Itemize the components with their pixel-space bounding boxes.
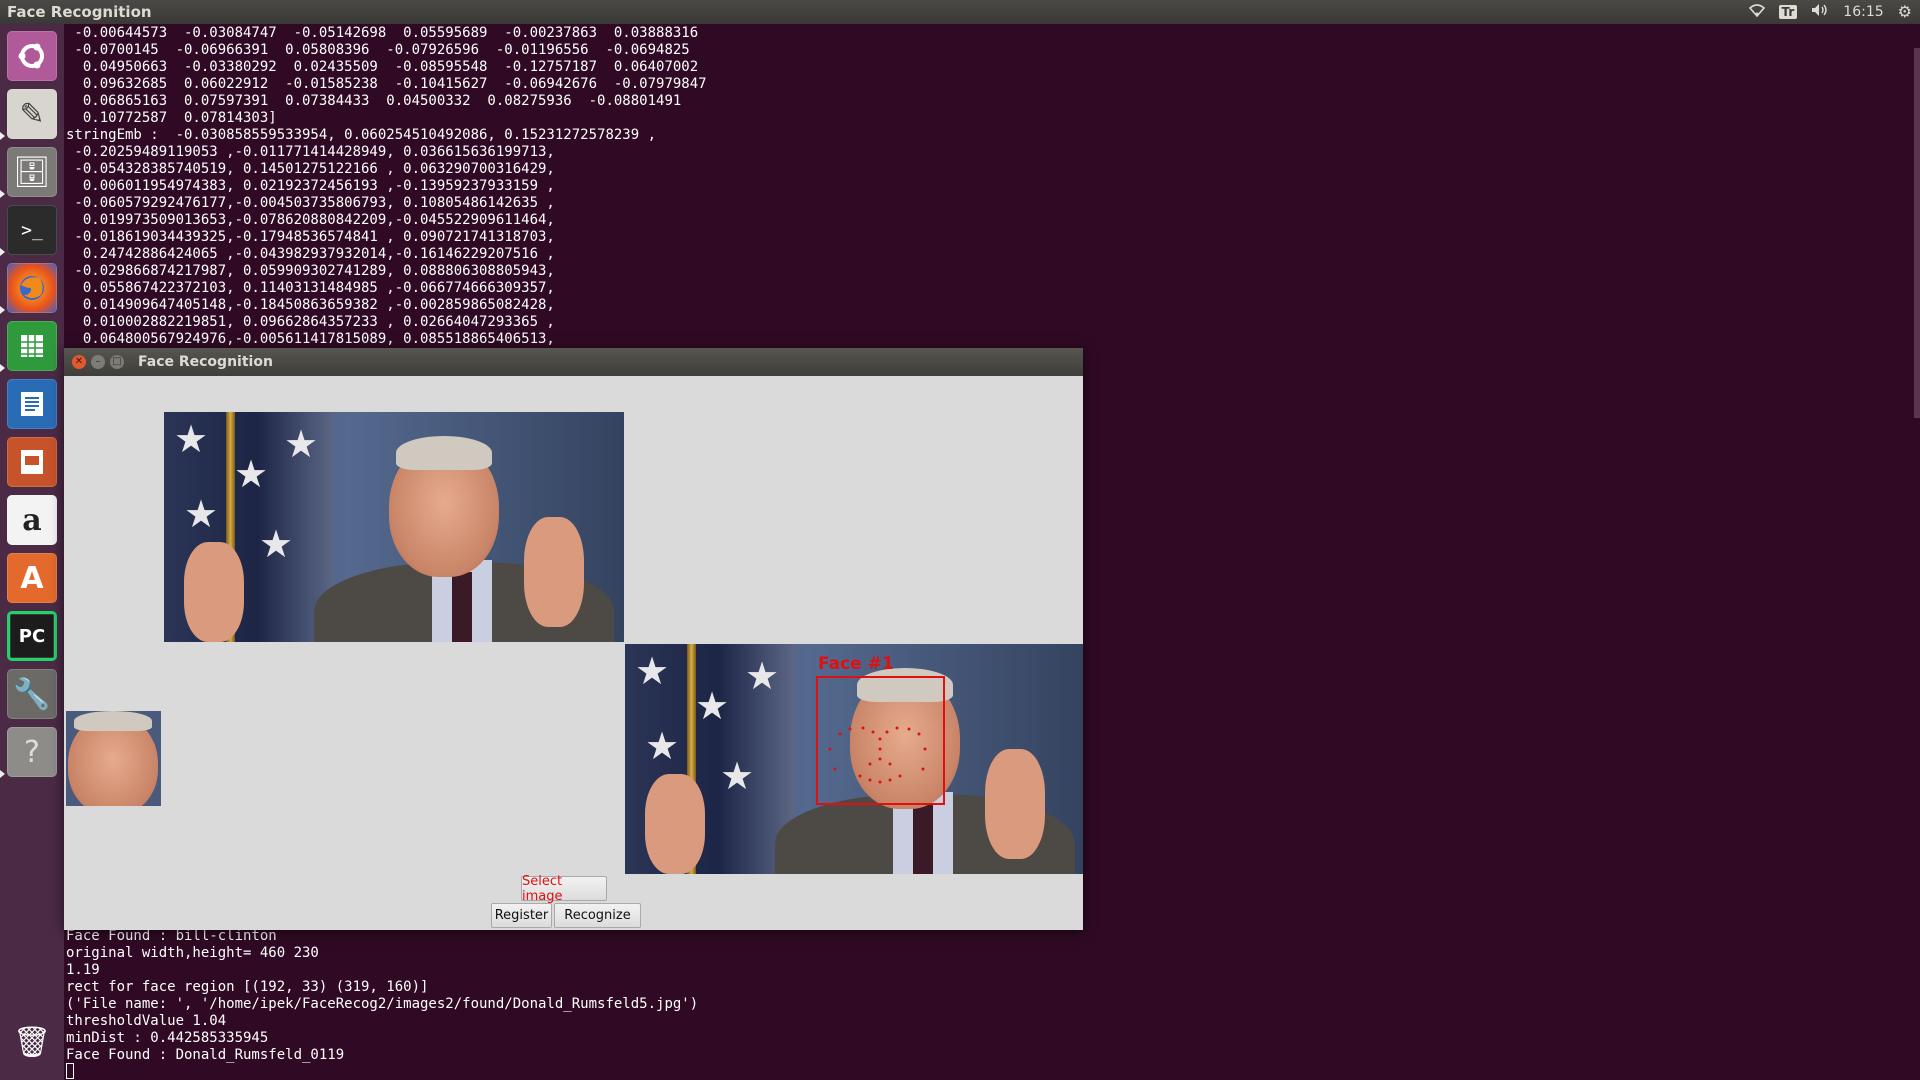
terminal-line: 0.04950663 -0.03380292 0.02435509 -0.085… xyxy=(66,59,699,75)
terminal-line: 0.010002882219851, 0.09662864357233 , 0.… xyxy=(66,314,555,330)
terminal-line: original width,height= 460 230 xyxy=(66,945,319,961)
running-indicator xyxy=(0,190,5,198)
clock[interactable]: 16:15 xyxy=(1843,4,1883,20)
firefox-icon[interactable] xyxy=(7,263,57,313)
files-icon[interactable]: 🗄 xyxy=(7,147,57,197)
recognize-button[interactable]: Recognize xyxy=(554,903,641,928)
running-indicator xyxy=(0,770,5,778)
terminal-line: Face Found : bill-clinton xyxy=(66,928,277,944)
help-icon[interactable]: ? xyxy=(7,727,57,777)
maximize-icon[interactable]: □ xyxy=(110,355,124,369)
face-label: Face #1 xyxy=(818,654,894,674)
gear-icon[interactable]: ⚙ xyxy=(1898,2,1912,21)
terminal-line: 0.064800567924976,-0.005611417815089, 0.… xyxy=(66,331,555,347)
wifi-icon[interactable] xyxy=(1748,3,1765,21)
running-indicator xyxy=(0,306,5,314)
terminal-line: thresholdValue 1.04 xyxy=(66,1013,227,1029)
register-button[interactable]: Register xyxy=(491,903,552,928)
terminal-icon[interactable]: >_ xyxy=(7,205,57,255)
detected-image: ★★ ★★ ★★ Face #1 xyxy=(625,644,1083,874)
face-recognition-window: ✕ – □ Face Recognition ★★ ★★ ★★ ★★ ★★ ★★ xyxy=(64,348,1083,930)
terminal-line: ('File name: ', '/home/ipek/FaceRecog2/i… xyxy=(66,996,699,1012)
top-panel: Face Recognition Tr 16:15 ⚙ xyxy=(0,0,1920,24)
running-indicator xyxy=(0,248,5,256)
minimize-icon[interactable]: – xyxy=(91,355,105,369)
terminal-line: rect for face region [(192, 33) (319, 16… xyxy=(66,979,429,995)
original-image: ★★ ★★ ★★ xyxy=(164,412,624,642)
volume-icon[interactable] xyxy=(1811,3,1829,21)
select-image-button[interactable]: Select image xyxy=(521,874,607,904)
terminal-line: minDist : 0.442585335945 xyxy=(66,1030,269,1046)
terminal-line: 0.019973509013653,-0.078620880842209,-0.… xyxy=(66,212,555,228)
terminal-line: stringEmb : -0.030858559533954, 0.060254… xyxy=(66,127,657,143)
terminal-line: -0.0700145 -0.06966391 0.05808396 -0.079… xyxy=(66,42,690,58)
terminal-line: 1.19 xyxy=(66,962,100,978)
terminal-scrollbar[interactable] xyxy=(1914,48,1920,418)
impress-icon[interactable] xyxy=(7,437,57,487)
system-settings-icon[interactable]: 🔧 xyxy=(7,669,57,719)
terminal-line: 0.09632685 0.06022912 -0.01585238 -0.104… xyxy=(66,76,707,92)
ubuntu-dash-icon[interactable] xyxy=(7,31,57,81)
close-icon[interactable]: ✕ xyxy=(72,355,86,369)
launcher: ✎ 🗄 >_ a A PC 🔧 ? 🗑 xyxy=(0,24,65,1080)
pycharm-icon[interactable]: PC xyxy=(7,611,57,661)
terminal-line: 0.014909647405148,-0.18450863659382 ,-0.… xyxy=(66,297,555,313)
trash-icon[interactable]: 🗑 xyxy=(7,1017,57,1067)
terminal-line: 0.006011954974383, 0.02192372456193 ,-0.… xyxy=(66,178,555,194)
amazon-icon[interactable]: a xyxy=(7,495,57,545)
terminal-line: -0.018619034439325,-0.17948536574841 , 0… xyxy=(66,229,555,245)
terminal-line: Face Found : Donald_Rumsfeld_0119 xyxy=(66,1047,345,1063)
software-center-icon[interactable]: A xyxy=(7,553,57,603)
terminal-line: 0.24742886424065 ,-0.043982937932014,-0.… xyxy=(66,246,555,262)
face-crop-image xyxy=(66,711,161,806)
window-titlebar[interactable]: ✕ – □ Face Recognition xyxy=(64,348,1083,376)
terminal-line: 0.06865163 0.07597391 0.07384433 0.04500… xyxy=(66,93,682,109)
running-indicator xyxy=(0,364,5,372)
terminal-line: 0.10772587 0.07814303] xyxy=(66,110,277,126)
running-indicator xyxy=(0,132,5,140)
terminal-line: -0.060579292476177,-0.004503735806793, 0… xyxy=(66,195,555,211)
writer-icon[interactable] xyxy=(7,379,57,429)
keyboard-layout-indicator[interactable]: Tr xyxy=(1778,4,1798,19)
terminal-line: -0.00644573 -0.03084747 -0.05142698 0.05… xyxy=(66,25,699,41)
terminal-line: -0.029866874217987, 0.059909302741289, 0… xyxy=(66,263,555,279)
terminal-line: -0.054328385740519, 0.14501275122166 , 0… xyxy=(66,161,555,177)
terminal-line: -0.20259489119053 ,-0.011771414428949, 0… xyxy=(66,144,555,160)
system-tray: Tr 16:15 ⚙ xyxy=(1748,2,1912,21)
text-editor-icon[interactable]: ✎ xyxy=(7,89,57,139)
active-app-title: Face Recognition xyxy=(7,3,152,21)
terminal-line: 0.055867422372103, 0.11403131484985 ,-0.… xyxy=(66,280,555,296)
window-title: Face Recognition xyxy=(138,354,273,370)
calc-icon[interactable] xyxy=(7,321,57,371)
terminal-cursor xyxy=(66,1063,74,1079)
